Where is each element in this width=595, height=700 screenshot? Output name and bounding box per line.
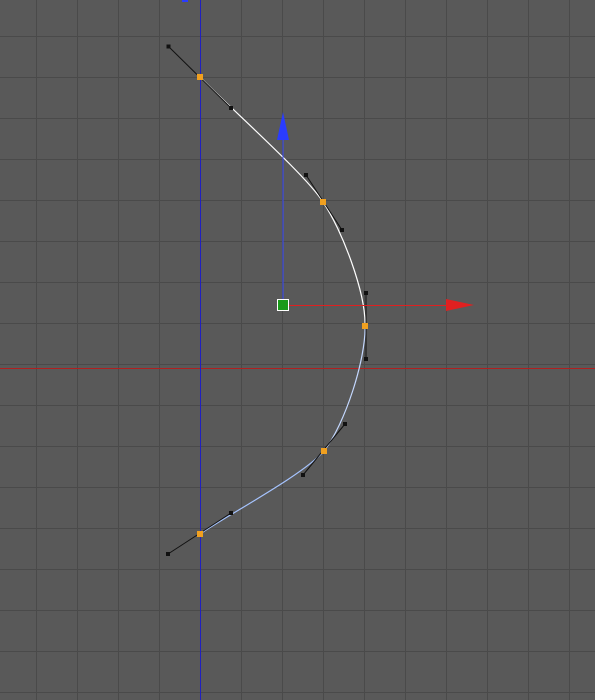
tangent-handle[interactable] bbox=[166, 44, 171, 49]
tangent-handle[interactable] bbox=[304, 173, 308, 177]
control-point[interactable] bbox=[362, 323, 368, 329]
tangent-handle[interactable] bbox=[229, 511, 233, 515]
control-point[interactable] bbox=[320, 199, 326, 205]
tangent-handle[interactable] bbox=[364, 357, 368, 361]
y-axis-label-marker bbox=[182, 0, 188, 2]
tangent-handle[interactable] bbox=[340, 228, 344, 232]
tangent-handle[interactable] bbox=[364, 291, 368, 295]
control-point[interactable] bbox=[197, 531, 203, 537]
editor-viewport[interactable] bbox=[0, 0, 595, 700]
viewport-canvas[interactable] bbox=[0, 0, 595, 700]
tangent-handle[interactable] bbox=[343, 422, 347, 426]
control-point[interactable] bbox=[321, 448, 327, 454]
gizmo-center-handle[interactable] bbox=[277, 299, 289, 311]
tangent-handle[interactable] bbox=[166, 552, 170, 556]
tangent-handle[interactable] bbox=[301, 473, 305, 477]
control-point[interactable] bbox=[197, 74, 203, 80]
tangent-handle[interactable] bbox=[229, 106, 233, 110]
viewport-background bbox=[0, 0, 595, 700]
